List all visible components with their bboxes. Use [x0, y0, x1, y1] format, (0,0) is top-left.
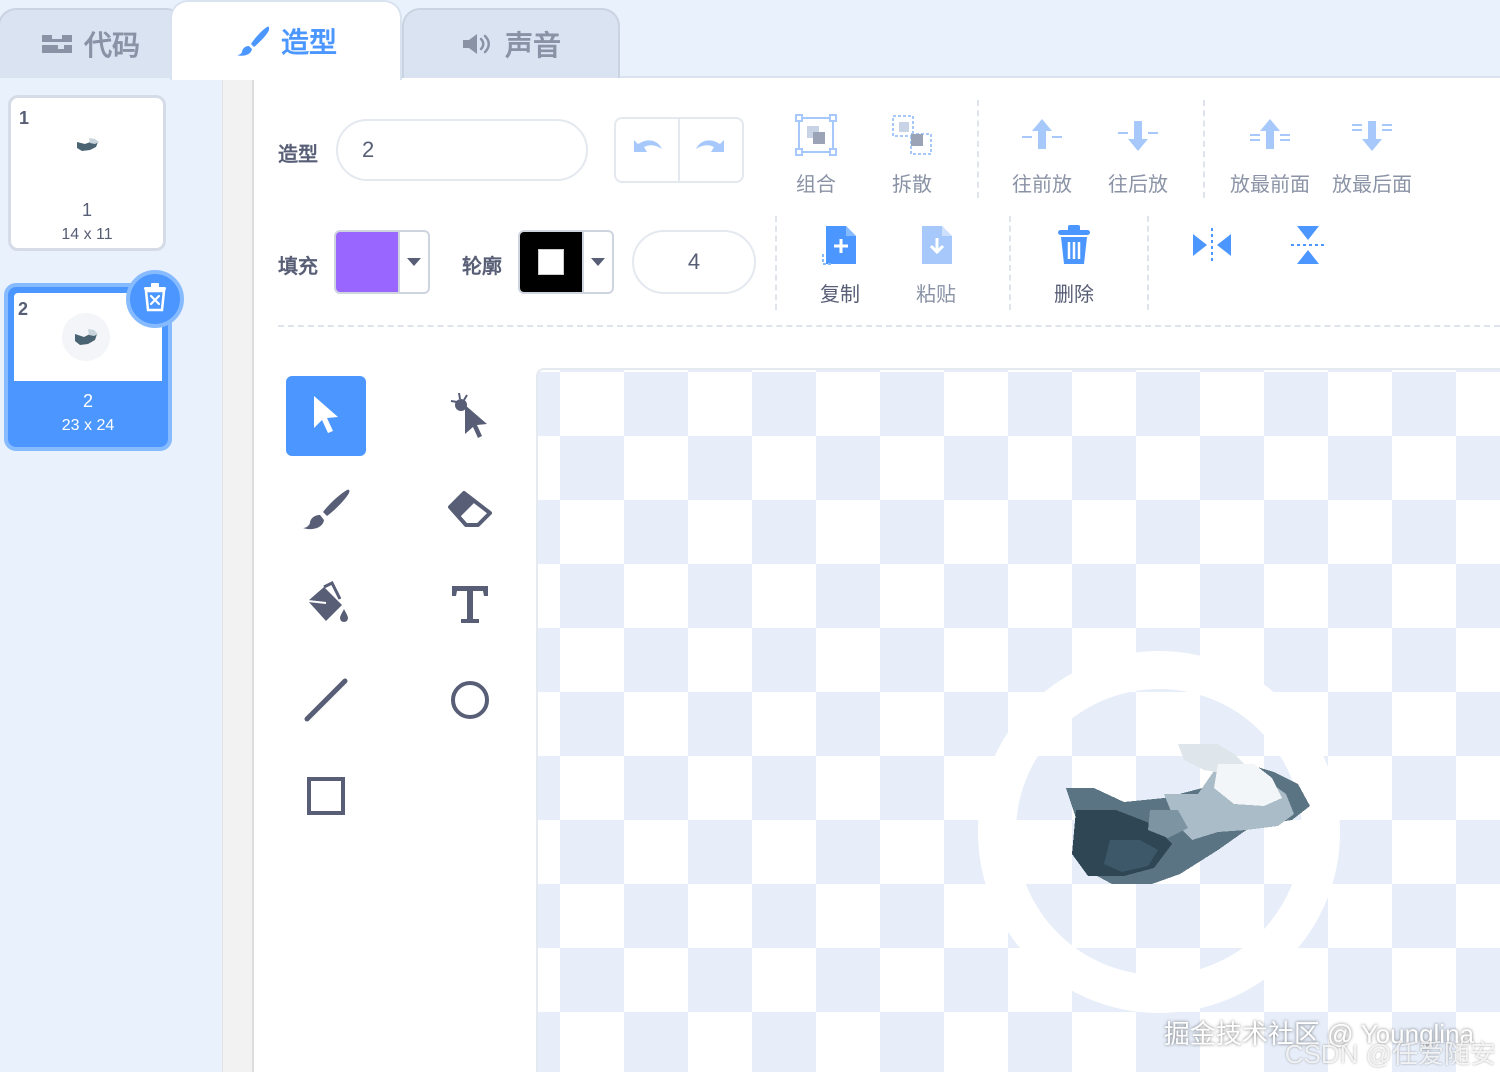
flip-vertical-button[interactable] — [1260, 222, 1356, 268]
group-button[interactable]: 组合 — [768, 112, 864, 197]
code-blocks-icon — [41, 33, 72, 55]
backward-label: 往后放 — [1108, 174, 1168, 196]
tab-sounds[interactable]: 声音 — [402, 8, 620, 78]
back-button[interactable]: 放最后面 — [1324, 112, 1420, 197]
costume-size: 23 x 24 — [61, 417, 115, 434]
costume-name: 2 — [82, 391, 93, 411]
square-icon — [305, 775, 347, 822]
canvas-costume-drawing — [978, 651, 1340, 1013]
redo-icon — [694, 137, 728, 164]
brush-tool[interactable] — [286, 472, 366, 552]
speaker-icon — [461, 31, 493, 57]
editor-tab-bar: 代码 造型 声音 — [0, 0, 1500, 80]
ungroup-label: 拆散 — [892, 174, 932, 196]
eraser-tool[interactable] — [430, 472, 510, 552]
tab-costumes-label: 造型 — [280, 27, 337, 58]
outline-label: 轮廓 — [462, 256, 502, 278]
trash-icon — [142, 282, 168, 317]
tab-costumes[interactable]: 造型 — [170, 0, 402, 80]
costume-number: 1 — [19, 108, 30, 128]
circle-icon — [449, 679, 491, 726]
copy-button[interactable]: 复制 — [792, 222, 888, 307]
front-label: 放最前面 — [1230, 174, 1310, 196]
paste-button[interactable]: 粘贴 — [888, 222, 984, 307]
backward-button[interactable]: 往后放 — [1090, 112, 1186, 197]
fill-tool[interactable] — [286, 566, 366, 646]
copy-icon — [822, 222, 858, 268]
tab-code[interactable]: 代码 — [0, 8, 184, 78]
costume-name: 1 — [81, 200, 92, 220]
reshape-tool[interactable] — [430, 376, 510, 456]
delete-costume-button[interactable] — [126, 270, 184, 328]
flip-vertical-icon — [1287, 222, 1329, 268]
costume-size: 14 x 11 — [61, 226, 113, 243]
chevron-down-icon — [582, 232, 612, 292]
paste-icon — [918, 222, 954, 268]
front-button[interactable]: 放最前面 — [1222, 112, 1318, 197]
ungroup-button[interactable]: 拆散 — [864, 112, 960, 197]
tab-code-label: 代码 — [83, 30, 140, 61]
fill-color-swatch — [336, 232, 398, 292]
undo-icon — [630, 137, 664, 164]
drawing-canvas[interactable]: 掘金技术社区 @ Younglina CSDN @任爱随安 — [536, 368, 1500, 1072]
chevron-down-icon — [398, 232, 428, 292]
arrow-to-front-icon — [1248, 112, 1292, 158]
watermark-line-2: CSDN @任爱随安 — [1284, 1039, 1496, 1069]
sprite-image — [1066, 744, 1310, 884]
undo-button[interactable] — [616, 119, 678, 181]
arrow-cursor-icon — [309, 393, 343, 440]
text-t-icon — [449, 583, 491, 630]
flip-horizontal-icon — [1191, 222, 1233, 268]
group-label: 组合 — [796, 174, 836, 196]
arrow-up-icon — [1020, 112, 1064, 158]
trash-icon — [1056, 222, 1092, 268]
tab-sounds-label: 声音 — [504, 30, 561, 61]
copy-label: 复制 — [820, 284, 860, 306]
line-tool[interactable] — [286, 662, 366, 742]
line-icon — [303, 677, 349, 728]
costume-number: 2 — [18, 299, 29, 319]
forward-label: 往前放 — [1012, 174, 1072, 196]
flip-horizontal-button[interactable] — [1164, 222, 1260, 268]
costume-list-scroll-edge — [222, 78, 254, 1072]
fill-label: 填充 — [278, 256, 318, 278]
arrow-down-icon — [1116, 112, 1160, 158]
forward-button[interactable]: 往前放 — [994, 112, 1090, 197]
back-label: 放最后面 — [1332, 174, 1412, 196]
toolbar-separator — [278, 325, 1500, 327]
text-tool[interactable] — [430, 566, 510, 646]
circle-tool[interactable] — [430, 662, 510, 742]
outline-color-picker[interactable] — [518, 230, 614, 294]
select-tool[interactable] — [286, 376, 366, 456]
toolbar-divider — [775, 216, 777, 310]
ungroup-icon — [891, 112, 933, 158]
fill-color-picker[interactable] — [334, 230, 430, 294]
rectangle-tool[interactable] — [286, 758, 366, 838]
redo-button[interactable] — [678, 119, 742, 181]
paintbrush-icon — [301, 488, 351, 537]
costume-name-input[interactable] — [336, 119, 588, 181]
delete-button[interactable]: 删除 — [1026, 222, 1122, 307]
undo-redo-group — [614, 117, 744, 183]
group-icon — [795, 112, 837, 158]
toolbar-divider — [977, 100, 979, 198]
toolbar-divider — [1203, 100, 1205, 198]
delete-label: 删除 — [1054, 284, 1094, 306]
costume-thumbnail — [62, 313, 110, 361]
paste-label: 粘贴 — [916, 284, 956, 306]
costume-thumbnail — [73, 134, 101, 161]
toolbar-divider — [1147, 216, 1149, 310]
eraser-icon — [446, 489, 494, 536]
costume-item-1[interactable]: 1 1 14 x 11 — [8, 95, 166, 251]
arrow-to-back-icon — [1350, 112, 1394, 158]
reshape-cursor-icon — [447, 389, 493, 444]
paint-bucket-icon — [302, 580, 350, 632]
costume-name-label: 造型 — [278, 144, 318, 166]
outline-color-swatch — [520, 232, 582, 292]
toolbar-divider — [1009, 216, 1011, 310]
paintbrush-icon — [235, 26, 269, 56]
outline-width-input[interactable] — [632, 230, 756, 294]
